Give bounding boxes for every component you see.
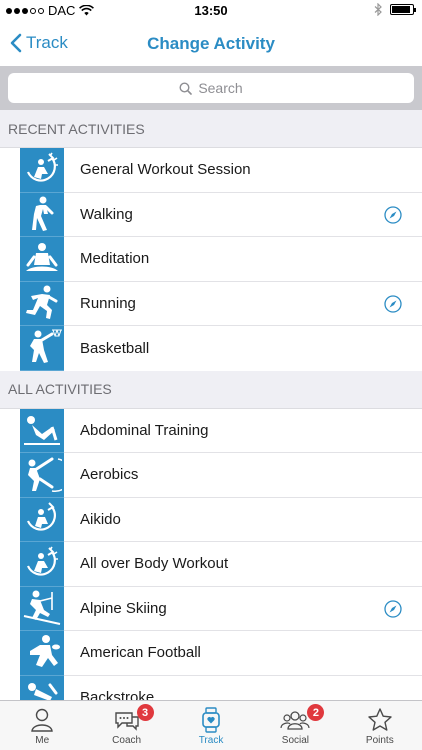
social-badge: 2 — [307, 704, 325, 721]
tab-coach[interactable]: 3 Coach — [84, 701, 168, 750]
activity-row[interactable]: Walking — [0, 192, 422, 237]
all-activities: Abdominal Training Aerobics Aikido All over… — [0, 408, 422, 700]
tab-label: Social — [281, 735, 310, 746]
activity-label: Running — [64, 282, 422, 326]
gps-compass-icon — [384, 599, 402, 618]
activity-row[interactable]: Basketball — [0, 326, 422, 371]
activity-row[interactable]: Aikido — [0, 497, 422, 542]
tab-me[interactable]: Me — [0, 701, 84, 750]
activity-label: All over Body Workout — [64, 542, 422, 587]
basketball-icon — [20, 326, 64, 371]
activity-label: Meditation — [64, 237, 422, 282]
tab-social[interactable]: 2 Social — [253, 701, 337, 750]
activity-label: Abdominal Training — [64, 409, 422, 453]
skiing-icon — [20, 586, 64, 631]
activity-label: Basketball — [80, 339, 150, 357]
tab-bar: Me 3 Coach Track 2 Social Points — [0, 700, 422, 750]
activity-label: Aikido — [64, 498, 422, 542]
coach-badge: 3 — [136, 704, 154, 721]
search-placeholder: Search — [198, 80, 243, 96]
activity-list[interactable]: RECENT ACTIVITIES General Workout Sessio… — [0, 110, 422, 700]
activity-label: Backstroke — [80, 689, 155, 700]
activity-label: Aerobics — [64, 453, 422, 498]
body-workout-icon — [20, 542, 64, 587]
meditation-icon — [20, 237, 64, 282]
activity-row[interactable]: General Workout Session — [0, 148, 422, 193]
navigation-bar: Track Change Activity — [0, 22, 422, 66]
activity-row[interactable]: American Football — [0, 631, 422, 676]
search-input[interactable]: Search — [8, 73, 414, 103]
activity-row[interactable]: Backstroke — [0, 675, 422, 700]
status-bar: DAC 13:50 — [0, 0, 422, 22]
swimming-icon — [20, 675, 64, 700]
tab-points[interactable]: Points — [338, 701, 422, 750]
gps-compass-icon — [384, 294, 402, 313]
workout-icon — [20, 148, 64, 193]
battery-icon — [390, 4, 416, 15]
group-icon — [280, 711, 311, 730]
search-bar: Search — [0, 66, 422, 110]
activity-row[interactable]: Abdominal Training — [0, 408, 422, 453]
tab-label: Points — [365, 735, 394, 746]
bluetooth-icon — [374, 3, 382, 16]
activity-row[interactable]: Running — [0, 281, 422, 326]
activity-row[interactable]: Aerobics — [0, 453, 422, 498]
tab-label: Coach — [112, 735, 142, 746]
activity-row[interactable]: All over Body Workout — [0, 542, 422, 587]
activity-row[interactable]: Meditation — [0, 237, 422, 282]
activity-label: Walking — [64, 193, 422, 237]
football-icon — [20, 631, 64, 676]
search-icon — [179, 81, 193, 95]
running-icon — [20, 281, 64, 326]
tab-label: Track — [198, 735, 224, 746]
tab-label: Me — [35, 735, 50, 746]
activity-label: American Football — [64, 631, 422, 676]
activity-label: General Workout Session — [64, 148, 422, 193]
activity-label: Alpine Skiing — [64, 587, 422, 631]
star-icon — [368, 708, 392, 731]
tab-track[interactable]: Track — [169, 701, 253, 750]
page-title: Change Activity — [147, 34, 275, 53]
section-header-all: ALL ACTIVITIES — [0, 370, 422, 409]
watch-icon — [202, 707, 220, 733]
recent-activities: General Workout Session Walking Meditation… — [0, 148, 422, 371]
aikido-icon — [20, 497, 64, 542]
section-header-recent: RECENT ACTIVITIES — [0, 110, 422, 148]
gps-compass-icon — [384, 205, 402, 224]
walking-icon — [20, 192, 64, 237]
status-time: 13:50 — [194, 3, 228, 18]
aerobics-icon — [20, 453, 64, 498]
activity-row[interactable]: Alpine Skiing — [0, 586, 422, 631]
abdominal-icon — [20, 408, 64, 453]
person-icon — [31, 708, 53, 732]
